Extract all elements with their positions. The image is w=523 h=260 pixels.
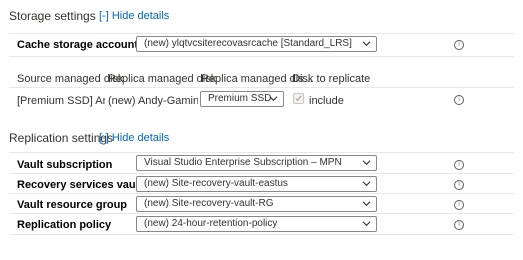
divider — [9, 193, 514, 194]
recovery-vault-dropdown[interactable]: (new) Site-recovery-vault-eastus — [136, 176, 377, 192]
chevron-down-icon — [362, 160, 371, 166]
recovery-vault-value: (new) Site-recovery-vault-eastus — [144, 178, 288, 189]
replication-settings-title: Replication settings — [9, 131, 114, 145]
info-icon[interactable]: i — [454, 200, 464, 210]
cache-storage-label: Cache storage account — [17, 39, 139, 51]
chevron-down-icon — [362, 181, 371, 187]
divider — [9, 213, 514, 214]
info-icon[interactable]: i — [454, 180, 464, 190]
vault-resource-group-dropdown[interactable]: (new) Site-recovery-vault-RG — [136, 196, 377, 212]
replication-policy-dropdown[interactable]: (new) 24-hour-retention-policy — [136, 216, 377, 232]
chevron-down-icon — [362, 221, 371, 227]
replication-policy-label: Replication policy — [17, 219, 112, 231]
replication-policy-value: (new) 24-hour-retention-policy — [144, 218, 278, 229]
cache-storage-value: (new) ylqtvcsiterecovasrcache [Standard_… — [144, 38, 352, 49]
chevron-down-icon — [269, 96, 278, 102]
replication-hide-details-link[interactable]: [-] Hide details — [99, 132, 169, 144]
info-icon[interactable]: i — [454, 40, 464, 50]
include-checkbox[interactable] — [293, 93, 304, 104]
divider — [9, 56, 514, 57]
include-label: include — [309, 95, 344, 107]
divider — [9, 173, 514, 174]
replica-disk-type-dropdown[interactable]: Premium SSD — [200, 91, 284, 107]
divider — [9, 234, 514, 235]
vault-subscription-dropdown[interactable]: Visual Studio Enterprise Subscription – … — [136, 155, 377, 171]
cache-storage-dropdown[interactable]: (new) ylqtvcsiterecovasrcache [Standard_… — [136, 36, 377, 52]
divider — [9, 33, 514, 34]
col-disk-to-replicate: Disk to replicate — [292, 73, 371, 85]
divider — [9, 152, 514, 153]
col-replica-disk: Replica managed disk — [108, 73, 217, 85]
storage-settings-title: Storage settings — [9, 9, 96, 23]
info-icon[interactable]: i — [454, 220, 464, 230]
replica-disk-type-value: Premium SSD — [208, 93, 272, 104]
chevron-down-icon — [362, 201, 371, 207]
chevron-down-icon — [362, 41, 371, 47]
info-icon[interactable]: i — [454, 160, 464, 170]
vault-resource-group-label: Vault resource group — [17, 199, 128, 211]
recovery-vault-label: Recovery services vault — [17, 179, 143, 191]
vault-subscription-value: Visual Studio Enterprise Subscription – … — [144, 157, 342, 168]
replica-disk-value: (new) Andy-Gaming-0... — [108, 95, 198, 107]
checkmark-icon — [295, 95, 302, 102]
storage-hide-details-link[interactable]: [-] Hide details — [99, 10, 169, 22]
vault-resource-group-value: (new) Site-recovery-vault-RG — [144, 198, 274, 209]
divider — [9, 87, 514, 88]
source-disk-value: [Premium SSD] Andy-... — [17, 95, 105, 107]
info-icon[interactable]: i — [454, 95, 464, 105]
vault-subscription-label: Vault subscription — [17, 159, 113, 171]
